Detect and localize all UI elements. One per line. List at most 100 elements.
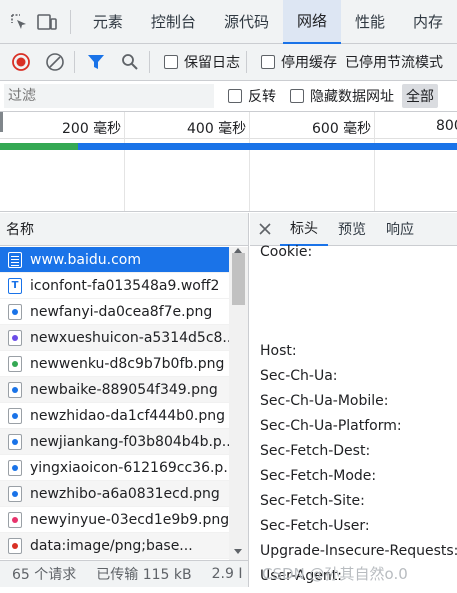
- name-column-label: 名称: [6, 222, 34, 238]
- request-name: newzhibo-a6a0831ecd.png: [30, 485, 220, 502]
- header-name: Sec-Ch-Ua:: [260, 368, 338, 384]
- request-row[interactable]: newbaike-889054f349.png: [0, 377, 229, 403]
- resources-size: 2.9 I: [211, 566, 243, 582]
- request-row[interactable]: T iconfont-fa013548a9.woff2: [0, 273, 229, 299]
- throttling-select[interactable]: 已停用节流模式: [345, 52, 443, 72]
- toolbar-divider: [149, 51, 150, 73]
- hide-data-urls-label: 隐藏数据网址: [310, 89, 394, 105]
- request-name: iconfont-fa013548a9.woff2: [30, 277, 220, 294]
- timeline-gridline: [374, 112, 375, 211]
- image-icon: [8, 537, 22, 554]
- image-thumbnail-dot: [12, 386, 18, 393]
- search-icon[interactable]: [117, 49, 143, 75]
- timeline-tick-label: 600 毫秒: [312, 121, 372, 137]
- header-name: Sec-Ch-Ua-Mobile:: [260, 393, 389, 409]
- image-icon: [8, 433, 22, 450]
- request-name: newwenku-d8c9b7b0fb.png: [30, 355, 225, 372]
- request-row[interactable]: newyinyue-03ecd1e9b9.png: [0, 507, 229, 533]
- request-name: newxueshuicon-a5314d5c8...: [30, 329, 229, 346]
- filter-bar: 反转 隐藏数据网址 全部: [0, 81, 457, 112]
- request-list-scrollbar[interactable]: [229, 247, 248, 560]
- font-icon: T: [8, 277, 22, 294]
- timeline-gridline: [124, 112, 125, 211]
- tab-sources[interactable]: 源代码: [210, 0, 283, 44]
- tab-console[interactable]: 控制台: [137, 0, 210, 44]
- checkbox-box[interactable]: [164, 55, 178, 69]
- watermark: CSDN @孙其自然o.0: [262, 565, 408, 583]
- request-list-pane: 名称 www.baidu.com T iconfont-fa013548a9.w…: [0, 213, 249, 560]
- checkbox-box[interactable]: [228, 89, 242, 103]
- invert-checkbox[interactable]: 反转: [228, 86, 276, 106]
- request-row[interactable]: www.baidu.com: [0, 247, 229, 273]
- request-details-pane: 标头 预览 响应 Cookie: Host: Sec-Ch-Ua: Sec-Ch…: [250, 213, 457, 593]
- preserve-log-checkbox[interactable]: 保留日志: [164, 52, 240, 72]
- tab-elements[interactable]: 元素: [79, 0, 137, 44]
- image-thumbnail-dot: [12, 334, 18, 341]
- transferred-size: 已传输 115 kB: [96, 567, 192, 583]
- image-thumbnail-dot: [12, 308, 18, 315]
- request-name: data:image/png;base...: [30, 537, 193, 554]
- inspect-element-icon[interactable]: [6, 7, 32, 37]
- timeline-waiting-bar: [0, 143, 78, 150]
- scrollbar-thumb[interactable]: [232, 253, 245, 305]
- request-name: newjiankang-f03b804b4b.p...: [30, 433, 229, 450]
- tab-memory[interactable]: 内存: [399, 0, 457, 44]
- request-row[interactable]: yingxiaoicon-612169cc36.p...: [0, 455, 229, 481]
- request-row[interactable]: newfanyi-da0cea8f7e.png: [0, 299, 229, 325]
- image-icon: [8, 407, 22, 424]
- record-icon[interactable]: [8, 49, 34, 75]
- request-row[interactable]: newxueshuicon-a5314d5c8...: [0, 325, 229, 351]
- request-row[interactable]: newwenku-d8c9b7b0fb.png: [0, 351, 229, 377]
- tab-network[interactable]: 网络: [282, 0, 341, 44]
- network-overview-timeline[interactable]: 200 毫秒 400 毫秒 600 毫秒 800: [0, 112, 457, 212]
- tab-preview[interactable]: 预览: [328, 213, 376, 246]
- tab-performance[interactable]: 性能: [341, 0, 399, 44]
- device-toolbar-icon[interactable]: [34, 7, 60, 37]
- toolbar-divider: [246, 51, 247, 73]
- request-row[interactable]: data:image/png;base...: [0, 533, 229, 559]
- header-name: Sec-Fetch-Site:: [260, 493, 365, 509]
- filter-input[interactable]: [4, 84, 214, 108]
- header-name: Cookie:: [260, 244, 313, 260]
- image-icon: [8, 511, 22, 528]
- request-row[interactable]: newjiankang-f03b804b4b.p...: [0, 429, 229, 455]
- image-icon: [8, 355, 22, 372]
- request-name: yingxiaoicon-612169cc36.p...: [30, 459, 229, 476]
- request-name: newbaike-889054f349.png: [30, 381, 218, 398]
- filter-icon[interactable]: [83, 49, 109, 75]
- tab-response[interactable]: 响应: [376, 213, 424, 246]
- image-icon: [8, 303, 22, 320]
- header-name: Sec-Fetch-Dest:: [260, 443, 371, 459]
- checkbox-box[interactable]: [290, 89, 304, 103]
- disable-cache-checkbox[interactable]: 停用缓存: [261, 52, 337, 72]
- request-row[interactable]: newzhibo-a6a0831ecd.png: [0, 481, 229, 507]
- image-icon: [8, 485, 22, 502]
- preserve-log-label: 保留日志: [184, 55, 240, 71]
- timeline-start-handle[interactable]: [0, 112, 3, 132]
- hide-data-urls-checkbox[interactable]: 隐藏数据网址: [290, 86, 394, 106]
- header-name: Upgrade-Insecure-Requests:: [260, 543, 457, 559]
- timeline-tick-label: 800: [436, 118, 457, 134]
- close-icon[interactable]: [250, 213, 280, 246]
- request-name: www.baidu.com: [30, 251, 141, 268]
- request-list: www.baidu.com T iconfont-fa013548a9.woff…: [0, 247, 229, 559]
- request-row[interactable]: newzhidao-da1cf444b0.png: [0, 403, 229, 429]
- image-icon: [8, 459, 22, 476]
- timeline-gridline: [249, 112, 250, 211]
- clear-icon[interactable]: [42, 49, 68, 75]
- image-thumbnail-dot: [12, 516, 18, 523]
- filter-all-button[interactable]: 全部: [402, 84, 438, 108]
- request-count: 65 个请求: [12, 567, 77, 583]
- header-name: Host:: [260, 343, 297, 359]
- network-status-bar: 65 个请求 已传输 115 kB 2.9 I: [0, 560, 249, 587]
- details-tabs: 标头 预览 响应: [250, 213, 457, 246]
- invert-label: 反转: [248, 89, 276, 105]
- tab-headers[interactable]: 标头: [280, 213, 328, 246]
- scroll-down-icon[interactable]: [234, 549, 242, 554]
- checkbox-box[interactable]: [261, 55, 275, 69]
- header-name: Sec-Fetch-Mode:: [260, 468, 377, 484]
- image-icon: [8, 329, 22, 346]
- image-thumbnail-dot: [12, 438, 18, 445]
- image-thumbnail-dot: [12, 490, 18, 497]
- name-column-header[interactable]: 名称: [0, 213, 248, 246]
